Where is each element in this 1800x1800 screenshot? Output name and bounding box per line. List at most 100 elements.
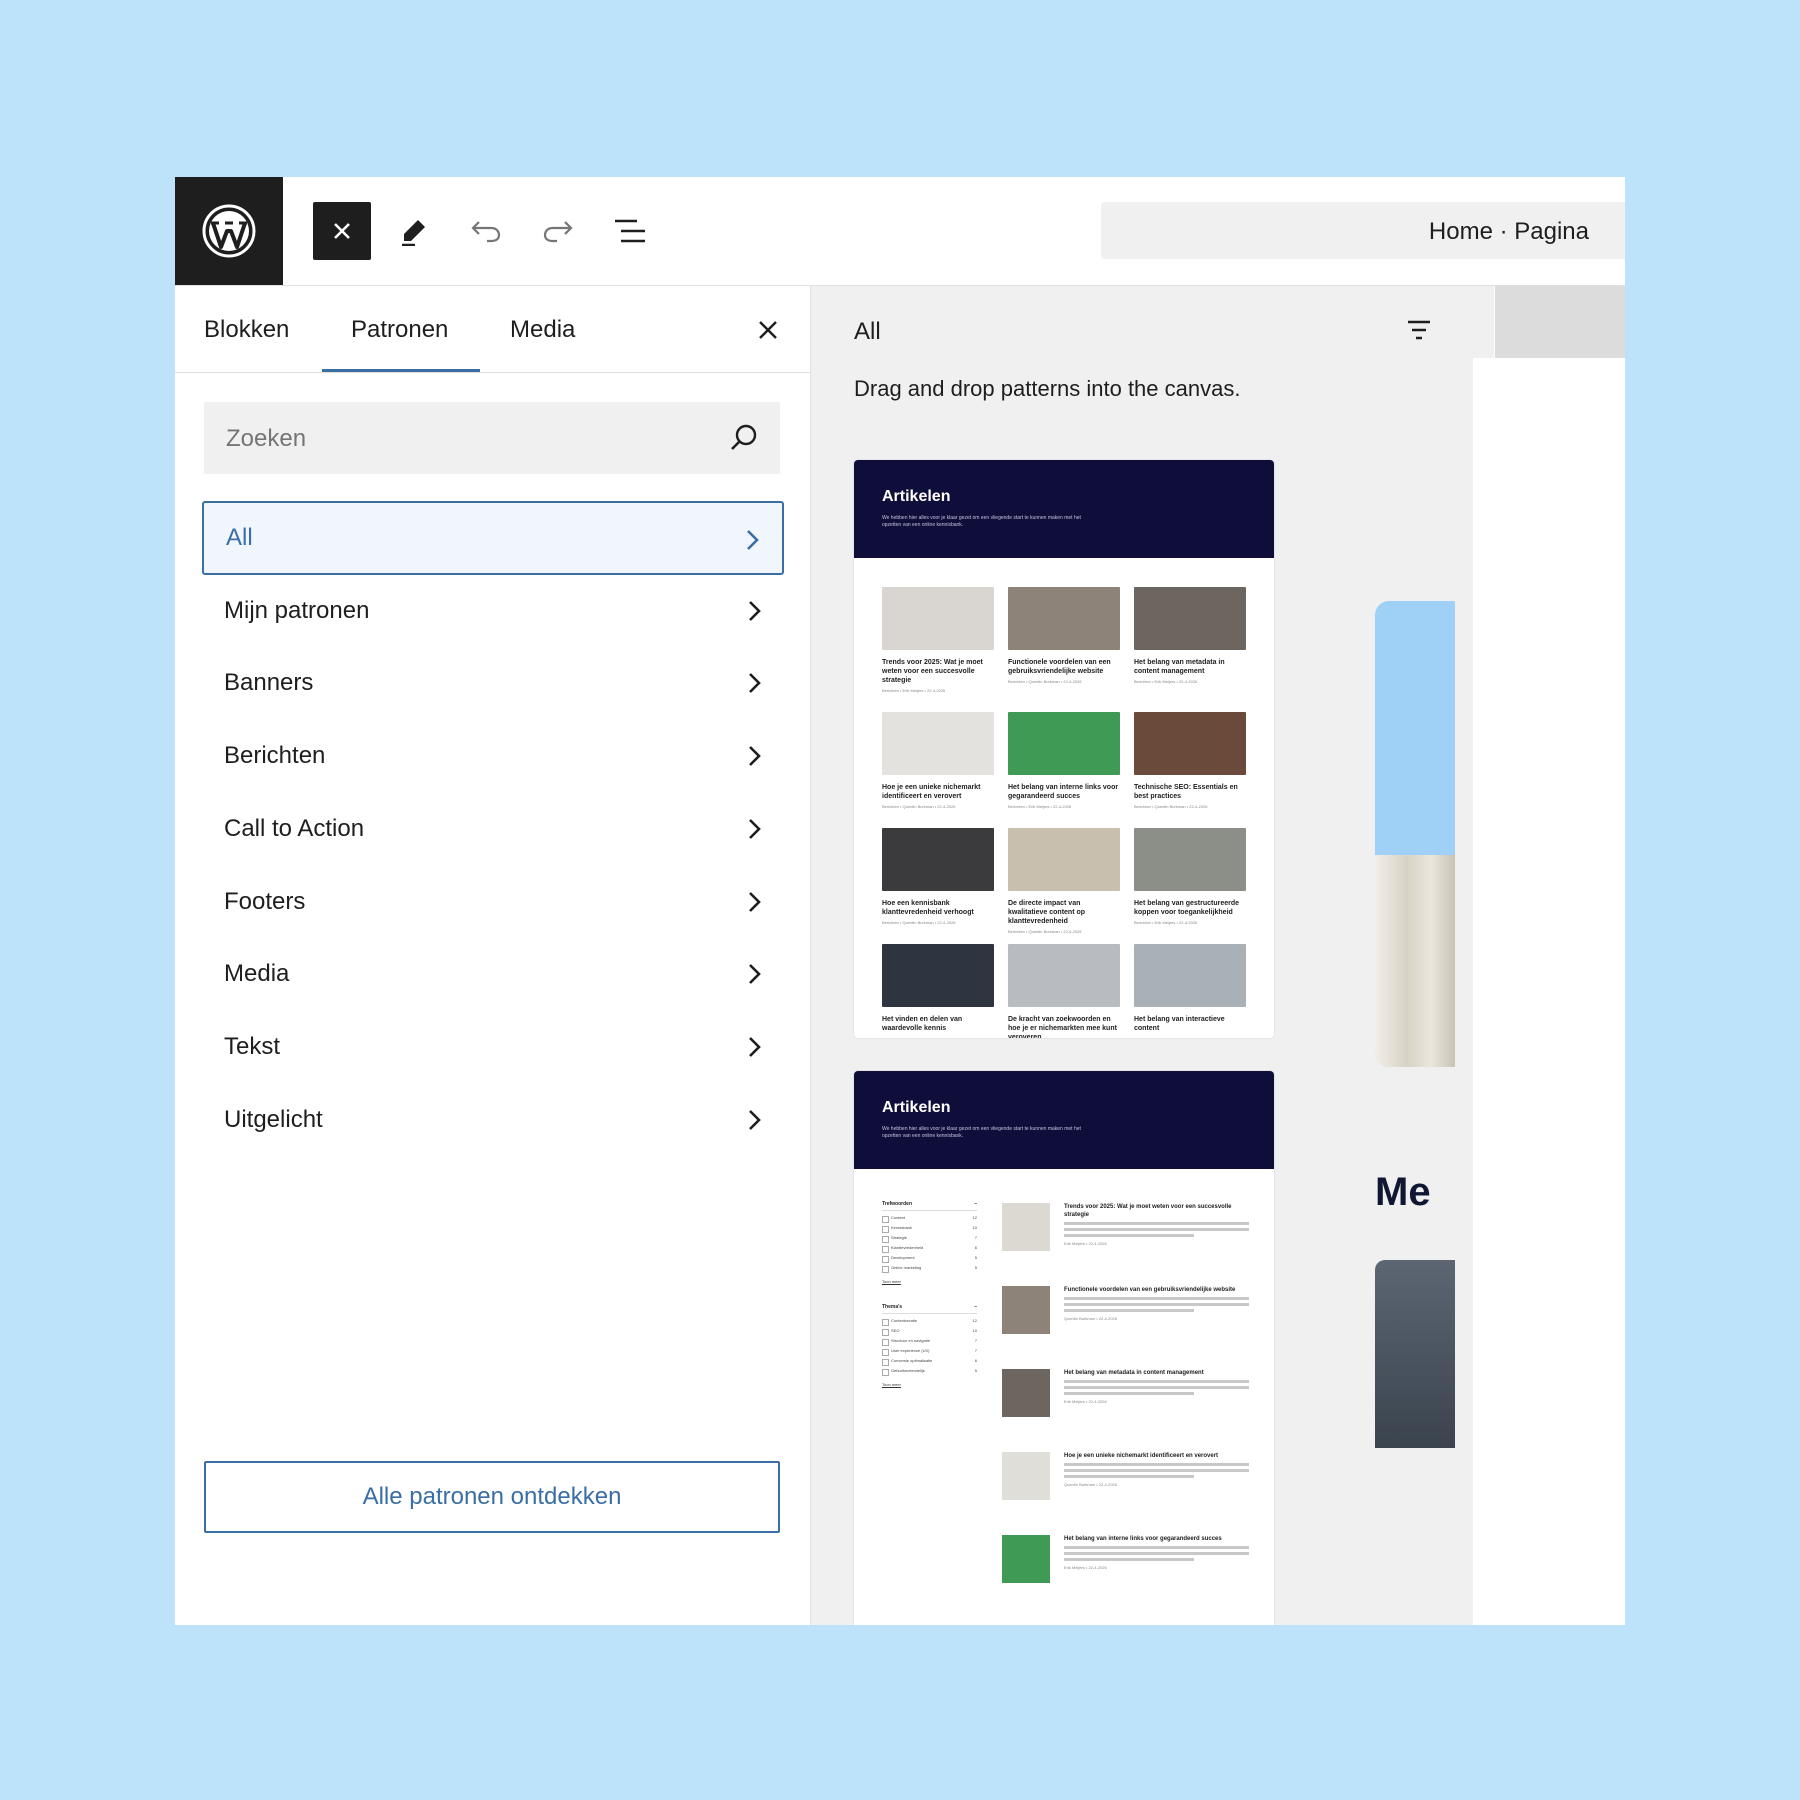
filter-count: 10	[972, 1328, 977, 1333]
filter-checkbox[interactable]: Kennisbank 10	[882, 1225, 977, 1235]
canvas-image[interactable]	[1375, 1260, 1455, 1448]
filter-checkbox[interactable]: Development 5	[882, 1255, 977, 1265]
article-card: Het vinden en delen van waardevolle kenn…	[882, 944, 994, 1033]
category-item[interactable]: Call to Action	[202, 792, 784, 866]
article-card: Het belang van interactieve content	[1134, 944, 1246, 1033]
pattern-preview-articles-grid[interactable]: Artikelen We hebben hier alles voor je k…	[854, 460, 1274, 1038]
collapse-icon[interactable]: –	[974, 1201, 977, 1207]
tab-blocks[interactable]: Blokken	[204, 316, 289, 344]
category-item[interactable]: Tekst	[202, 1010, 784, 1084]
article-meta: Quentin Burkman • 22-4-2026	[1064, 1316, 1117, 1321]
category-item[interactable]: All	[202, 501, 784, 575]
filter-label: Strategie	[891, 1235, 908, 1240]
article-title: Functionele voordelen van een gebruiksvr…	[1064, 1287, 1236, 1293]
article-meta: Berichten • Erik Meijers • 22-4-2026	[882, 688, 946, 693]
excerpt-line	[1064, 1380, 1249, 1383]
category-label: Uitgelicht	[224, 1105, 323, 1133]
article-meta: Berichten • Quentin Burkman • 22-4-2026	[882, 804, 956, 809]
article-card: De directe impact van kwalitatieve conte…	[1008, 828, 1120, 934]
filter-checkbox[interactable]: Conversie optimalisatie 6	[882, 1358, 977, 1368]
chevron-right-icon	[749, 964, 761, 985]
filter-heading-label: Thema's	[882, 1304, 903, 1310]
pattern-subtitle: We hebben hier alles voor je klaar gezet…	[882, 1126, 1081, 1139]
pattern-preview-articles-list[interactable]: Artikelen We hebben hier alles voor je k…	[854, 1071, 1274, 1625]
filter-checkbox[interactable]: Gebruiksvriendelijk 5	[882, 1368, 977, 1378]
filter-checkbox[interactable]: Structuur en navigatie 7	[882, 1338, 977, 1348]
filter-label: Development	[891, 1255, 915, 1260]
pattern-instructions: Drag and drop patterns into the canvas.	[854, 376, 1241, 401]
canvas-heading[interactable]: Me	[1375, 1170, 1431, 1215]
category-item[interactable]: Banners	[202, 646, 784, 720]
category-item[interactable]: Mijn patronen	[202, 574, 784, 648]
filter-checkbox[interactable]: Strategie 7	[882, 1235, 977, 1245]
category-item[interactable]: Uitgelicht	[202, 1083, 784, 1157]
filter-checkbox[interactable]: Online marketing 5	[882, 1265, 977, 1275]
filter-checkbox[interactable]: SEO 10	[882, 1328, 977, 1338]
category-item[interactable]: Media	[202, 937, 784, 1011]
filter-label: User experience (UX)	[891, 1348, 930, 1353]
redo-button[interactable]	[529, 202, 587, 260]
chevron-right-icon	[747, 530, 759, 550]
article-thumbnail	[1002, 1369, 1050, 1417]
document-overview-button[interactable]	[601, 202, 659, 260]
article-summary: Het belang van metadata in content manag…	[1064, 1369, 1249, 1404]
close-panel-button[interactable]	[752, 314, 784, 346]
filter-label: Content	[891, 1215, 906, 1220]
filter-label: Klanttevredenheid	[891, 1245, 924, 1250]
category-label: All	[226, 524, 253, 551]
excerpt-line	[1064, 1222, 1249, 1225]
article-title: Hoe je een unieke nichemarkt identificee…	[882, 784, 981, 800]
article-card: De kracht van zoekwoorden en hoe je er n…	[1008, 944, 1120, 1038]
excerpt-line	[1064, 1234, 1194, 1237]
category-label: Tekst	[224, 1032, 281, 1060]
category-item[interactable]: Berichten	[202, 719, 784, 793]
article-meta: Berichten • Erik Meijers • 22-4-2026	[1008, 804, 1072, 809]
collapse-icon[interactable]: –	[974, 1304, 977, 1310]
filter-checkbox[interactable]: User experience (UX) 7	[882, 1348, 977, 1358]
category-label: Banners	[224, 669, 314, 697]
excerpt-line	[1064, 1303, 1249, 1306]
article-title: Het belang van metadata in content manag…	[1134, 659, 1225, 675]
article-title: De kracht van zoekwoorden en hoe je er n…	[1008, 1016, 1117, 1038]
breadcrumb: Home · Pagina	[1428, 218, 1589, 245]
search-input[interactable]: Zoeken	[204, 402, 780, 474]
show-more-link[interactable]: Toon meer	[882, 1279, 977, 1284]
tools-button[interactable]	[385, 202, 443, 260]
close-inserter-button[interactable]	[313, 202, 371, 260]
pattern-header: Artikelen We hebben hier alles voor je k…	[854, 1071, 1274, 1169]
article-title: Technische SEO: Essentials en best pract…	[1134, 784, 1238, 800]
inserter-tabs: Blokken Patronen Media	[175, 286, 810, 373]
article-title: Het belang van interactieve content	[1134, 1016, 1225, 1032]
article-title: Trends voor 2025: Wat je moet weten voor…	[882, 659, 983, 684]
filter-icon[interactable]	[1404, 316, 1434, 346]
filter-checkbox[interactable]: Klanttevredenheid 6	[882, 1245, 977, 1255]
article-meta: Quentin Burkman • 22-4-2026	[1064, 1482, 1117, 1487]
tab-patterns[interactable]: Patronen	[351, 316, 448, 344]
wordpress-logo-button[interactable]	[175, 177, 283, 285]
article-card: Hoe een kennisbank klanttevredenheid ver…	[882, 828, 994, 925]
category-item[interactable]: Footers	[202, 865, 784, 939]
filter-heading: Trefwoorden –	[882, 1201, 977, 1211]
excerpt-line	[1064, 1228, 1249, 1231]
undo-button[interactable]	[457, 202, 515, 260]
document-bar[interactable]: Home · Pagina	[1101, 202, 1625, 259]
excerpt-line	[1064, 1469, 1249, 1472]
article-title: Trends voor 2025: Wat je moet weten voor…	[1064, 1204, 1232, 1218]
article-summary: Het belang van interne links voor gegara…	[1064, 1535, 1249, 1570]
pattern-subtitle: We hebben hier alles voor je klaar gezet…	[882, 515, 1081, 528]
excerpt-line	[1064, 1558, 1194, 1561]
tab-media[interactable]: Media	[510, 316, 575, 344]
undo-icon	[471, 221, 501, 243]
filter-checkbox[interactable]: Contentcreatie 12	[882, 1318, 977, 1328]
canvas-hero-card[interactable]	[1375, 601, 1455, 1067]
article-title: Het vinden en delen van waardevolle kenn…	[882, 1016, 963, 1032]
explore-patterns-button[interactable]: Alle patronen ontdekken	[204, 1461, 780, 1533]
category-label: Mijn patronen	[224, 596, 370, 624]
category-label: Berichten	[224, 742, 326, 770]
filter-checkbox[interactable]: Content 12	[882, 1215, 977, 1225]
filter-count: 6	[974, 1245, 977, 1250]
article-thumbnail	[882, 828, 994, 891]
article-summary: Trends voor 2025: Wat je moet weten voor…	[1064, 1203, 1249, 1246]
show-more-link[interactable]: Toon meer	[882, 1382, 977, 1387]
article-meta: Berichten • Quentin Burkman • 22-4-2026	[882, 920, 956, 925]
